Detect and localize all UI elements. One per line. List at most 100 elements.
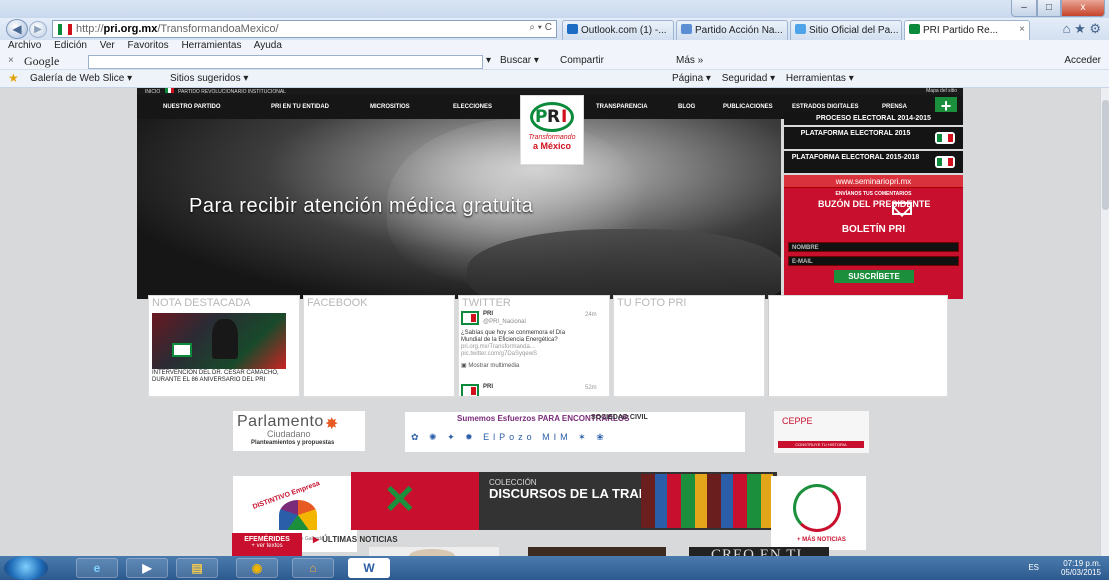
- hero-banner[interactable]: Para recibir atención médica gratuita: [137, 119, 781, 299]
- favorites-star-icon[interactable]: ★: [8, 71, 19, 85]
- nota-destacada-caption[interactable]: INTERVENCIÓN DEL DR. CÉSAR CAMACHO, DURA…: [152, 370, 292, 384]
- pri-banner-icon: [172, 343, 192, 357]
- google-logo: Google: [24, 54, 60, 68]
- envelope-icon[interactable]: [892, 202, 912, 215]
- taskbar-ie-icon[interactable]: e: [76, 558, 118, 578]
- tweet-text: ¿Sabías que hoy se conmemora el Día Mund…: [461, 330, 566, 343]
- nav-blog[interactable]: BLOG: [678, 104, 695, 110]
- tab-outlook[interactable]: Outlook.com (1) -...: [562, 20, 674, 40]
- url-host: pri.org.mx: [103, 23, 158, 35]
- tab-pri[interactable]: PRI Partido Re... ×: [904, 20, 1030, 40]
- start-button[interactable]: [4, 556, 48, 580]
- tweet[interactable]: PRI 52m: [461, 384, 607, 396]
- blank-panel: [768, 295, 948, 397]
- nav-micrositios[interactable]: MICROSITIOS: [370, 104, 410, 110]
- taskbar-media-icon[interactable]: ▶: [126, 558, 168, 578]
- menu-herramientas[interactable]: Herramientas: [181, 40, 241, 51]
- email-field[interactable]: E-MAIL: [788, 256, 959, 266]
- show-media-link[interactable]: ▣ Mostrar multimedia: [461, 363, 519, 370]
- seguridad-menu[interactable]: Seguridad ▾: [722, 73, 775, 84]
- google-search-input[interactable]: [88, 55, 483, 69]
- ultimas-noticias-heading: ▶ ÚLTIMAS NOTICIAS: [313, 535, 398, 544]
- tweet-link-2[interactable]: pic.twitter.com/g7DaSyqewS: [461, 351, 537, 357]
- nav-pri-en-tu-entidad[interactable]: PRI EN TU ENTIDAD: [271, 104, 329, 110]
- pri-emblem: P R I: [530, 102, 574, 132]
- compartir-button[interactable]: Compartir: [560, 55, 604, 66]
- maximize-button[interactable]: □: [1037, 0, 1061, 17]
- toolbar-close-icon[interactable]: ×: [8, 55, 14, 66]
- buscar-button[interactable]: Buscar ▾: [500, 55, 539, 66]
- plataforma-2015-2018-link[interactable]: PLATAFORMA ELECTORAL 2015-2018: [784, 151, 963, 173]
- tweet-link-1[interactable]: pri.org.mx/Transformanda...: [461, 344, 535, 350]
- ver-textos-link[interactable]: + ver textos: [232, 543, 302, 549]
- mas-button[interactable]: Más »: [676, 55, 703, 66]
- address-tools[interactable]: ⌕ ▾ C: [529, 22, 552, 33]
- window-controls: – □ x: [1011, 0, 1105, 17]
- language-indicator[interactable]: ES: [1028, 563, 1039, 572]
- tweet[interactable]: PRI @PRI_Nacional 24m ¿Sabías que hoy se…: [461, 311, 607, 381]
- plataforma-2015-link[interactable]: PLATAFORMA ELECTORAL 2015: [784, 127, 963, 149]
- back-button[interactable]: ◀: [6, 19, 28, 39]
- menu-edicion[interactable]: Edición: [54, 40, 87, 51]
- discursos-banner[interactable]: ✕ COLECCIÓN DISCURSOS DE LA TRANSFORMACI…: [351, 472, 777, 530]
- taskbar-word-icon[interactable]: W: [348, 558, 390, 578]
- nota-destacada-image[interactable]: [152, 313, 286, 369]
- suscribete-button[interactable]: SUSCRÍBETE: [834, 270, 914, 283]
- pagina-menu[interactable]: Página ▾: [672, 73, 711, 84]
- taskbar-explorer-icon[interactable]: ▤: [176, 558, 218, 578]
- sumemos-esfuerzos-banner[interactable]: Sumemos Esfuerzos PARA ENCONTRARLOS SOCI…: [405, 412, 745, 452]
- tab-pan[interactable]: Partido Acción Na...: [676, 20, 788, 40]
- menu-favoritos[interactable]: Favoritos: [128, 40, 169, 51]
- seminario-link[interactable]: www.seminariopri.mx: [784, 175, 963, 188]
- buzon-link[interactable]: BUZÓN DEL PRESIDENTE: [818, 200, 930, 209]
- menu-ayuda[interactable]: Ayuda: [254, 40, 282, 51]
- menu-bar: Archivo Edición Ver Favoritos Herramient…: [0, 40, 1109, 54]
- close-window-button[interactable]: x: [1061, 0, 1105, 17]
- home-favorites-tools-icons[interactable]: ⌂ ★ ⚙: [1063, 21, 1101, 37]
- logo-tagline-1: Transformando: [528, 134, 576, 141]
- pri-logo[interactable]: P R I Transformando a México: [520, 95, 584, 165]
- mas-noticias-link[interactable]: + MÁS NOTICIAS: [797, 537, 846, 543]
- taskbar-chrome-icon[interactable]: ◉: [236, 558, 278, 578]
- news-thumbnail-3[interactable]: CREO EN TI: [689, 547, 829, 556]
- nav-elecciones[interactable]: ELECCIONES: [453, 104, 492, 110]
- twitter-panel: TWITTER PRI @PRI_Nacional 24m ¿Sabías qu…: [458, 295, 610, 397]
- proceso-electoral-link[interactable]: PROCESO ELECTORAL 2014-2015: [784, 112, 963, 125]
- news-thumbnail-1[interactable]: [369, 547, 499, 556]
- tab-sitio-oficial[interactable]: Sitio Oficial del Pa...: [790, 20, 902, 40]
- nav-nuestro-partido[interactable]: NUESTRO PARTIDO: [163, 104, 221, 110]
- plataforma-2015-2018-label: PLATAFORMA ELECTORAL 2015-2018: [791, 154, 920, 161]
- nav-estrados-digitales[interactable]: ESTRADOS DIGITALES: [792, 104, 859, 110]
- herramientas-menu[interactable]: Herramientas ▾: [786, 73, 854, 84]
- menu-ver[interactable]: Ver: [100, 40, 115, 51]
- acceder-button[interactable]: Acceder: [1064, 55, 1101, 66]
- parlamento-ciudadano-banner[interactable]: Parlamento ✸ Ciudadano Planteamientos y …: [233, 411, 365, 451]
- nombre-field[interactable]: NOMBRE: [788, 242, 959, 252]
- nav-publicaciones[interactable]: PUBLICACIONES: [723, 104, 773, 110]
- web-slice-gallery-link[interactable]: Galería de Web Slice ▾: [30, 73, 132, 84]
- sitemap-link[interactable]: Mapa del sitio: [926, 88, 957, 95]
- nav-prensa[interactable]: PRENSA: [882, 104, 907, 110]
- taskbar-outlook-icon[interactable]: ⌂: [292, 558, 334, 578]
- news-thumbnail-2[interactable]: [528, 547, 666, 556]
- menu-archivo[interactable]: Archivo: [8, 40, 41, 51]
- forward-button[interactable]: ▶: [29, 21, 47, 38]
- tweet-handle[interactable]: @PRI_Nacional: [483, 319, 526, 326]
- search-dropdown-icon[interactable]: ▾: [486, 55, 491, 66]
- suggested-sites-link[interactable]: Sitios sugeridos ▾: [170, 73, 248, 84]
- efemerides-box[interactable]: EFEMÉRIDES + ver textos: [232, 533, 302, 556]
- favorites-bar: ★ Galería de Web Slice ▾ Sitios sugerido…: [0, 70, 1109, 88]
- system-clock[interactable]: 07:19 p.m. 05/03/2015: [1061, 559, 1101, 577]
- campaign-ring-icon: [793, 484, 841, 532]
- pri-avatar-icon: [461, 384, 479, 396]
- subscribe-box: www.seminariopri.mx ENVÍANOS TUS COMENTA…: [784, 175, 963, 299]
- url-scheme: http://: [76, 23, 104, 35]
- nav-transparencia[interactable]: TRANSPARENCIA: [596, 104, 648, 110]
- minimize-button[interactable]: –: [1011, 0, 1037, 17]
- vertical-scrollbar[interactable]: [1100, 88, 1109, 556]
- tab-close-icon[interactable]: ×: [1019, 24, 1025, 35]
- google-toolbar: × Google ▾ Buscar ▾ Compartir Más » Acce…: [0, 54, 1109, 70]
- cepp-banner[interactable]: CEPPE CONSTRUYE TU HISTORIA: [774, 411, 869, 453]
- address-bar[interactable]: http://pri.org.mx/TransformandoaMexico/ …: [52, 20, 557, 38]
- scrollbar-thumb[interactable]: [1102, 100, 1109, 210]
